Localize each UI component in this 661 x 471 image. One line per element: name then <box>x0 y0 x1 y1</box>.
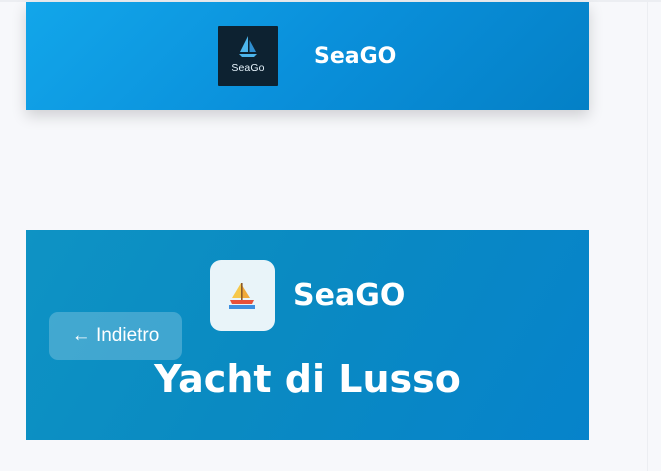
back-button[interactable]: ← Indietro <box>49 312 182 360</box>
sailboat-emoji-icon <box>229 283 255 309</box>
logo-wordmark: SeaGo <box>231 62 265 74</box>
brand-name: SeaGO <box>314 44 397 69</box>
sailboat-icon <box>239 36 257 57</box>
scrollbar-track <box>647 0 648 471</box>
seago-logo[interactable]: SeaGo <box>218 26 278 86</box>
hero-brand-name: SeaGO <box>293 278 406 313</box>
page-title: Yacht di Lusso <box>154 357 461 401</box>
top-header: SeaGo SeaGO <box>26 2 589 110</box>
hero-banner: SeaGO ← Indietro Yacht di Lusso <box>26 230 589 440</box>
hero-logo <box>210 260 275 331</box>
